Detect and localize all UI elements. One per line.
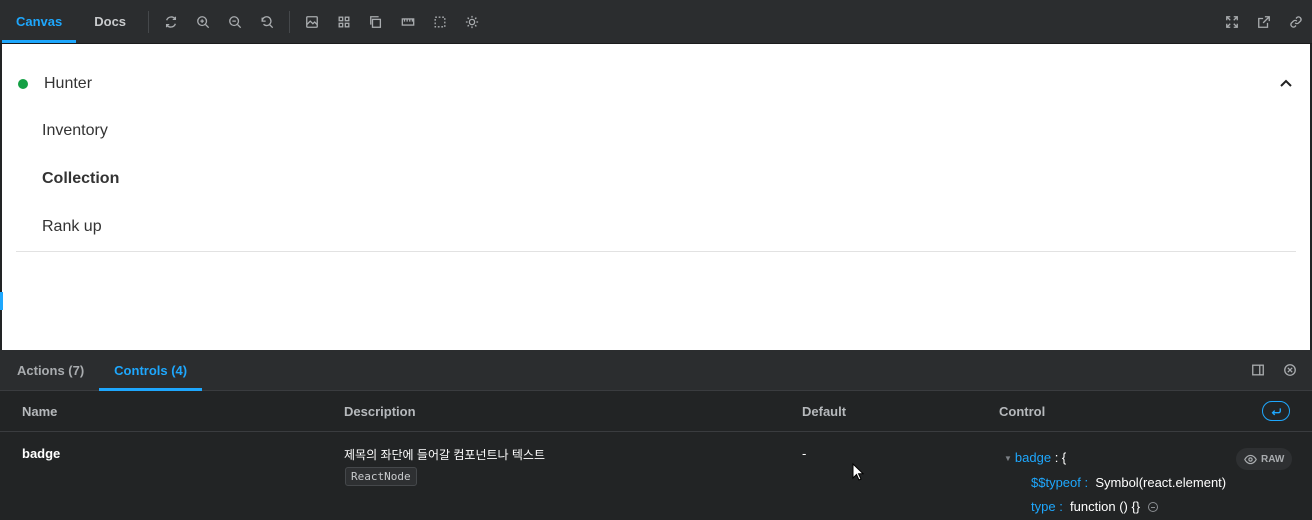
zoom-out-icon[interactable]: [219, 0, 251, 43]
refresh-icon[interactable]: [155, 0, 187, 43]
object-key[interactable]: type: [1031, 499, 1056, 514]
reset-controls-button[interactable]: [1262, 401, 1290, 421]
object-key[interactable]: $$typeof: [1031, 475, 1081, 490]
mouse-cursor-icon: [852, 463, 864, 481]
menu-item-collection[interactable]: Collection: [42, 170, 119, 188]
prop-default: -: [802, 446, 807, 461]
column-default: Default: [802, 404, 847, 419]
tab-actions[interactable]: Actions (7): [0, 350, 99, 390]
column-name: Name: [22, 404, 58, 419]
close-panel-icon[interactable]: [1274, 354, 1306, 386]
object-root-key[interactable]: badge: [1015, 450, 1051, 465]
column-control: Control: [999, 404, 1046, 419]
accordion-header[interactable]: Hunter: [18, 72, 1294, 96]
accordion-divider: [16, 251, 1296, 252]
tab-docs[interactable]: Docs: [78, 0, 142, 43]
prop-name: badge: [22, 446, 61, 461]
prop-description: 제목의 좌단에 들어갈 컴포넌트나 텍스트: [344, 448, 546, 462]
status-dot: [18, 79, 28, 89]
panel-orientation-icon[interactable]: [1242, 354, 1274, 386]
background-icon[interactable]: [296, 0, 328, 43]
fullscreen-icon[interactable]: [1216, 0, 1248, 43]
open-new-tab-icon[interactable]: [1248, 0, 1280, 43]
table-row: badge 제목의 좌단에 들어갈 컴포넌트나 텍스트 ReactNode - …: [0, 432, 1312, 520]
outline-icon[interactable]: [424, 0, 456, 43]
accordion-title: Hunter: [44, 75, 93, 92]
remove-icon[interactable]: [1148, 502, 1159, 513]
controls-table-header: Name Description Default Control: [0, 391, 1312, 432]
toolbar-divider: [148, 10, 150, 33]
object-value[interactable]: function () {}: [1070, 499, 1140, 514]
raw-toggle-button[interactable]: RAW: [1236, 448, 1293, 470]
object-control[interactable]: ▼ badge : { $$typeof : Symbol(react.eleme…: [1004, 446, 1226, 519]
object-value[interactable]: Symbol(react.element): [1095, 475, 1226, 490]
addons-panel: Actions (7) Controls (4) Name Descriptio…: [0, 350, 1312, 520]
eye-icon: [1244, 454, 1257, 464]
tab-controls[interactable]: Controls (4): [99, 350, 203, 391]
measure-icon[interactable]: [392, 0, 424, 43]
caret-down-icon[interactable]: ▼: [1004, 454, 1012, 463]
zoom-reset-icon[interactable]: [251, 0, 283, 43]
viewport-icon[interactable]: [360, 0, 392, 43]
object-open-brace: : {: [1051, 450, 1067, 465]
toolbar-divider: [289, 10, 291, 33]
zoom-in-icon[interactable]: [187, 0, 219, 43]
panel-tab-bar: Actions (7) Controls (4): [0, 350, 1312, 391]
tab-canvas[interactable]: Canvas: [0, 0, 78, 43]
menu-item-rank-up[interactable]: Rank up: [42, 218, 102, 236]
raw-label: RAW: [1261, 453, 1285, 465]
story-canvas: Hunter Inventory Collection Rank up: [2, 44, 1310, 350]
grid-icon[interactable]: [328, 0, 360, 43]
prop-type-chip: ReactNode: [345, 467, 417, 486]
menu-item-inventory[interactable]: Inventory: [42, 122, 108, 140]
column-description: Description: [344, 404, 416, 419]
chevron-up-icon[interactable]: [1278, 76, 1294, 92]
undo-icon: [1271, 408, 1281, 416]
resize-handle[interactable]: [0, 292, 3, 310]
theme-icon[interactable]: [456, 0, 488, 43]
top-toolbar: Canvas Docs: [0, 0, 1312, 44]
copy-link-icon[interactable]: [1280, 0, 1312, 43]
